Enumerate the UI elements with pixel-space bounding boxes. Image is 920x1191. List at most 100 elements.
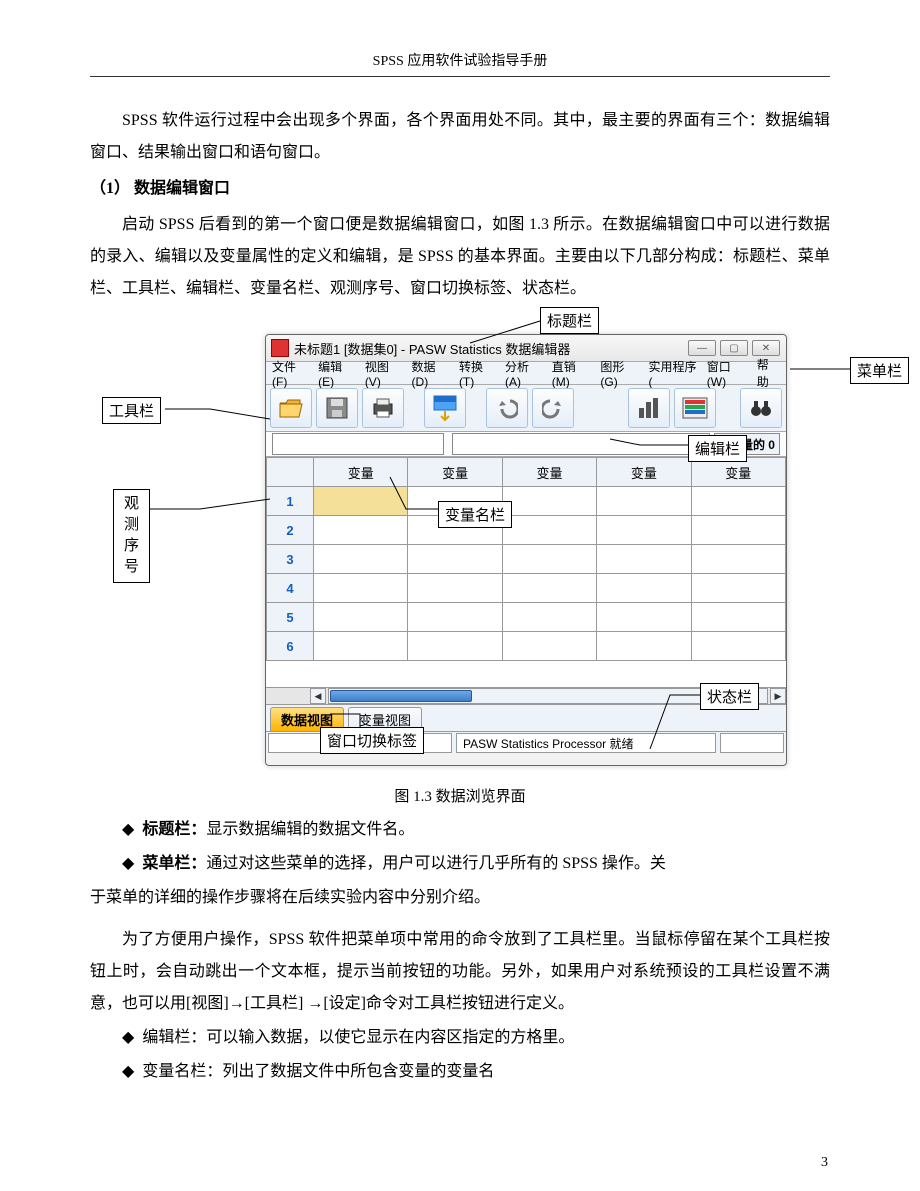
label-editbar: 编辑栏 xyxy=(688,435,747,462)
para-4: 为了方便用户操作，SPSS 软件把菜单项中常用的命令放到了工具栏里。当鼠标停留在… xyxy=(90,924,830,1020)
menu-graphs[interactable]: 图形(G) xyxy=(596,358,644,389)
bar-chart-icon xyxy=(637,396,661,420)
cell-reference-box[interactable] xyxy=(272,433,444,455)
data-cell[interactable] xyxy=(408,603,502,632)
data-cell[interactable] xyxy=(408,574,502,603)
find-button[interactable] xyxy=(740,388,782,428)
label-varname: 变量名栏 xyxy=(438,501,512,528)
para-3-cont: 于菜单的详细的操作步骤将在后续实验内容中分别介绍。 xyxy=(90,882,830,914)
bullet-term: 菜单栏： xyxy=(142,855,206,872)
data-cell[interactable] xyxy=(597,516,691,545)
bullet-editbar: ◆ 编辑栏：可以输入数据，以使它显示在内容区指定的方格里。 xyxy=(122,1022,830,1054)
bullet-term: 标题栏： xyxy=(142,821,206,838)
data-cell[interactable] xyxy=(691,545,785,574)
data-cell[interactable] xyxy=(314,487,408,516)
row-header[interactable]: 5 xyxy=(267,603,314,632)
data-cell[interactable] xyxy=(691,516,785,545)
cell-edit-box[interactable] xyxy=(452,433,710,455)
header-rule xyxy=(90,76,830,77)
menu-direct[interactable]: 直销(M) xyxy=(548,358,597,389)
bullet-varname: ◆ 变量名栏：列出了数据文件中所包含变量的变量名 xyxy=(122,1056,830,1088)
data-cell[interactable] xyxy=(502,545,596,574)
bullet-text: 变量名栏：列出了数据文件中所包含变量的变量名 xyxy=(142,1056,494,1088)
data-cell[interactable] xyxy=(502,632,596,661)
data-cell[interactable] xyxy=(314,632,408,661)
col-header[interactable]: 变量 xyxy=(597,458,691,487)
row-header[interactable]: 6 xyxy=(267,632,314,661)
redo-button[interactable] xyxy=(532,388,574,428)
scroll-thumb[interactable] xyxy=(330,690,472,702)
maximize-button[interactable]: ▢ xyxy=(720,340,748,356)
para-2: 启动 SPSS 后看到的第一个窗口便是数据编辑窗口，如图 1.3 所示。在数据编… xyxy=(90,209,830,305)
data-cell[interactable] xyxy=(314,516,408,545)
data-cell[interactable] xyxy=(691,632,785,661)
label-titlebar: 标题栏 xyxy=(540,307,599,334)
open-button[interactable] xyxy=(270,388,312,428)
goto-case-icon xyxy=(432,394,458,422)
row-header[interactable]: 2 xyxy=(267,516,314,545)
data-cell[interactable] xyxy=(314,603,408,632)
data-cell[interactable] xyxy=(408,545,502,574)
data-cell[interactable] xyxy=(314,545,408,574)
row-header[interactable]: 1 xyxy=(267,487,314,516)
menu-utilities[interactable]: 实用程序( xyxy=(644,358,702,389)
close-button[interactable]: ✕ xyxy=(752,340,780,356)
data-cell[interactable] xyxy=(314,574,408,603)
page-number: 3 xyxy=(821,1155,828,1171)
menu-edit[interactable]: 编辑(E) xyxy=(314,358,361,389)
undo-button[interactable] xyxy=(486,388,528,428)
page: SPSS 应用软件试验指导手册 SPSS 软件运行过程中会出现多个界面，各个界面… xyxy=(0,0,920,1191)
data-cell[interactable] xyxy=(691,574,785,603)
data-cell[interactable] xyxy=(502,487,596,516)
app-icon xyxy=(271,339,289,357)
chart-button[interactable] xyxy=(628,388,670,428)
menu-data[interactable]: 数据(D) xyxy=(408,358,455,389)
menu-help[interactable]: 帮助 xyxy=(753,356,784,390)
menu-analyze[interactable]: 分析(A) xyxy=(501,358,548,389)
data-cell[interactable] xyxy=(597,632,691,661)
status-processor: PASW Statistics Processor 就绪 xyxy=(456,733,716,753)
print-button[interactable] xyxy=(362,388,404,428)
data-cell[interactable] xyxy=(408,632,502,661)
col-header[interactable]: 变量 xyxy=(502,458,596,487)
label-rownum: 观 测 序 号 xyxy=(113,489,150,583)
save-button[interactable] xyxy=(316,388,358,428)
scroll-right-button[interactable]: ▶ xyxy=(770,688,786,704)
status-cell-3 xyxy=(720,733,784,753)
bullet-text: 显示数据编辑的数据文件名。 xyxy=(206,821,414,838)
data-cell[interactable] xyxy=(502,574,596,603)
data-table[interactable]: 变量 变量 变量 变量 变量 1 2 3 4 5 6 xyxy=(266,457,786,661)
value-labels-button[interactable] xyxy=(674,388,716,428)
data-cell[interactable] xyxy=(502,603,596,632)
window-title: 未标题1 [数据集0] - PASW Statistics 数据编辑器 xyxy=(294,339,570,358)
data-cell[interactable] xyxy=(597,603,691,632)
col-header[interactable]: 变量 xyxy=(408,458,502,487)
row-header[interactable]: 3 xyxy=(267,545,314,574)
data-cell[interactable] xyxy=(691,487,785,516)
figure-1-3: 标题栏 菜单栏 工具栏 编辑栏 变量名栏 观 测 序 号 窗口切换标签 状态栏 xyxy=(50,309,780,779)
col-header[interactable]: 变量 xyxy=(314,458,408,487)
doc-header: SPSS 应用软件试验指导手册 xyxy=(90,50,830,70)
data-cell[interactable] xyxy=(502,516,596,545)
data-cell[interactable] xyxy=(597,487,691,516)
bullet-titlebar: ◆ 标题栏：显示数据编辑的数据文件名。 xyxy=(122,814,830,846)
minimize-button[interactable]: — xyxy=(688,340,716,356)
data-grid: 变量 变量 变量 变量 变量 1 2 3 4 5 6 xyxy=(266,457,786,687)
diamond-icon: ◆ xyxy=(122,1056,134,1088)
toolbar xyxy=(266,385,786,432)
data-cell[interactable] xyxy=(597,545,691,574)
row-header[interactable]: 4 xyxy=(267,574,314,603)
menubar: 文件(F) 编辑(E) 视图(V) 数据(D) 转换(T) 分析(A) 直销(M… xyxy=(266,362,786,385)
data-cell[interactable] xyxy=(597,574,691,603)
data-cell[interactable] xyxy=(691,603,785,632)
scroll-left-button[interactable]: ◀ xyxy=(310,688,326,704)
menu-file[interactable]: 文件(F) xyxy=(268,358,314,389)
folder-open-icon xyxy=(278,397,304,419)
corner-cell[interactable] xyxy=(267,458,314,487)
label-toolbar: 工具栏 xyxy=(102,397,161,424)
menu-view[interactable]: 视图(V) xyxy=(361,358,408,389)
para-1: SPSS 软件运行过程中会出现多个界面，各个界面用处不同。其中，最主要的界面有三… xyxy=(90,105,830,169)
menu-transform[interactable]: 转换(T) xyxy=(455,358,501,389)
menu-window[interactable]: 窗口(W) xyxy=(703,358,753,389)
goto-button[interactable] xyxy=(424,388,466,428)
